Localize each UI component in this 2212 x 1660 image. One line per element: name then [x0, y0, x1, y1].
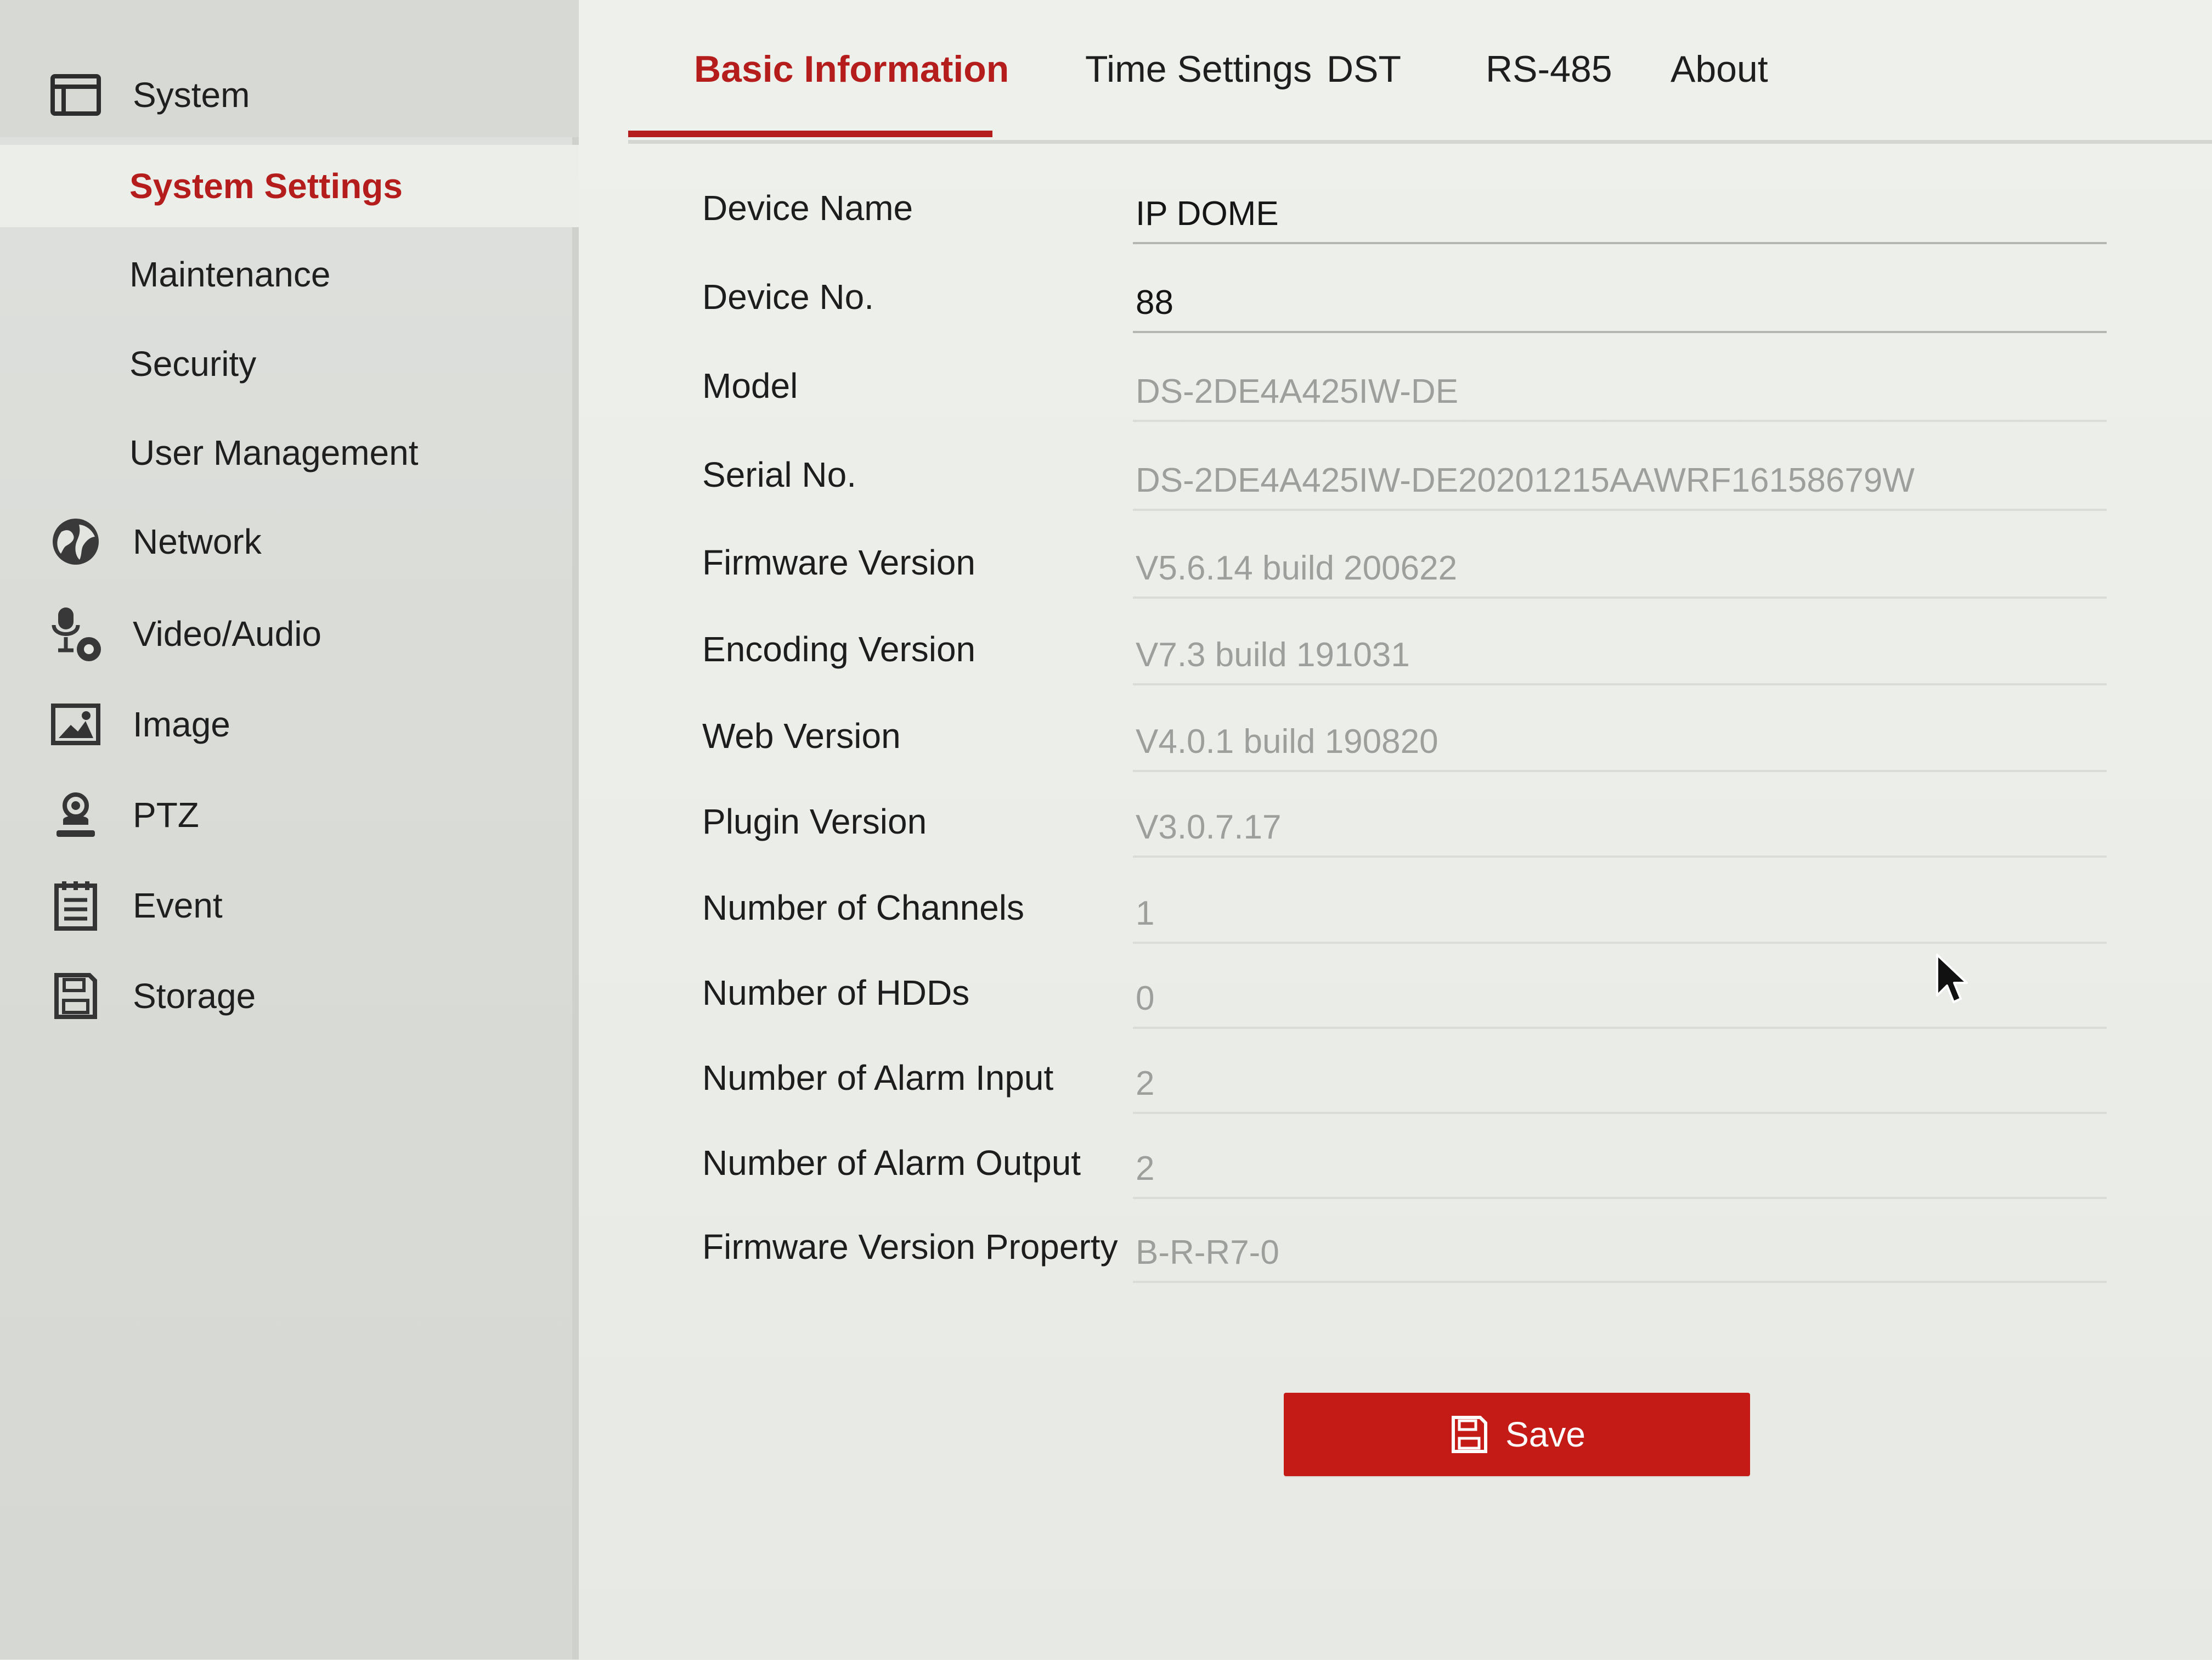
plugin-version-value: V3.0.7.17	[1136, 808, 1282, 846]
mouse-pointer-icon	[1935, 954, 1968, 1004]
globe-icon	[46, 512, 105, 571]
sidebar-item-label: Image	[133, 705, 230, 744]
field-underline	[1133, 509, 2107, 511]
active-tab-indicator	[628, 131, 992, 137]
tab-bar: Basic Information Time Settings DST RS-4…	[628, 0, 2212, 144]
sidebar: System System Settings Maintenance Secur…	[0, 0, 579, 1659]
input-underline	[1133, 331, 2107, 333]
sidebar-subitem-system-settings[interactable]: System Settings	[0, 145, 579, 227]
sidebar-item-storage[interactable]: Storage	[0, 955, 579, 1037]
calendar-list-icon	[46, 876, 105, 935]
firmware-version-label: Firmware Version	[702, 543, 975, 582]
save-button-label: Save	[1505, 1415, 1585, 1454]
tab-about[interactable]: About	[1671, 50, 1768, 88]
tab-time-settings[interactable]: Time Settings	[1085, 50, 1312, 88]
form-row: Number of Alarm Output 2	[702, 1133, 2151, 1218]
save-button[interactable]: Save	[1284, 1393, 1750, 1476]
number-of-alarm-input-label: Number of Alarm Input	[702, 1058, 1054, 1098]
serial-number-label: Serial No.	[702, 455, 856, 494]
form-row: Plugin Version V3.0.7.17	[702, 792, 2151, 877]
field-underline	[1133, 420, 2107, 422]
sidebar-subitem-label: Security	[129, 344, 257, 384]
form-row: Device No. 88	[702, 267, 2151, 352]
input-underline	[1133, 242, 2107, 244]
field-underline	[1133, 770, 2107, 772]
sidebar-subitem-label: Maintenance	[129, 255, 331, 294]
sidebar-subitem-maintenance[interactable]: Maintenance	[0, 233, 579, 316]
number-of-channels-label: Number of Channels	[702, 888, 1024, 927]
sidebar-item-label: Event	[133, 886, 223, 925]
sidebar-subitem-label: System Settings	[129, 166, 403, 206]
field-underline	[1133, 1027, 2107, 1029]
device-number-input[interactable]: 88	[1136, 286, 1173, 320]
tab-dst[interactable]: DST	[1327, 50, 1401, 88]
encoding-version-value: V7.3 build 191031	[1136, 636, 1410, 674]
encoding-version-label: Encoding Version	[702, 629, 976, 669]
main-panel: Basic Information Time Settings DST RS-4…	[579, 0, 2212, 1659]
number-of-channels-value: 1	[1136, 894, 1155, 932]
sidebar-subitem-user-management[interactable]: User Management	[0, 412, 579, 494]
sidebar-item-label: Video/Audio	[133, 614, 321, 654]
web-version-label: Web Version	[702, 716, 901, 756]
number-of-alarm-input-value: 2	[1136, 1065, 1155, 1102]
device-name-input[interactable]: IP DOME	[1136, 197, 1279, 231]
number-of-hdds-label: Number of HDDs	[702, 973, 970, 1012]
sidebar-subitem-label: User Management	[129, 433, 419, 472]
web-version-value: V4.0.1 build 190820	[1136, 723, 1438, 761]
sidebar-item-label: Storage	[133, 976, 256, 1016]
sidebar-item-label: System	[133, 75, 250, 115]
number-of-hdds-value: 0	[1136, 980, 1155, 1017]
form-row: Web Version V4.0.1 build 190820	[702, 706, 2151, 791]
save-disk-icon	[46, 966, 105, 1026]
device-name-label: Device Name	[702, 188, 913, 228]
form-row: Firmware Version Property B-R-R7-0	[702, 1217, 2151, 1302]
serial-number-value: DS-2DE4A425IW-DE20201215AAWRF16158679W	[1136, 462, 1915, 499]
field-underline	[1133, 1197, 2107, 1199]
form-row: Number of Channels 1	[702, 878, 2151, 963]
microphone-camera-icon	[46, 604, 105, 663]
tab-basic-information[interactable]: Basic Information	[694, 50, 1009, 88]
form-row: Number of Alarm Input 2	[702, 1048, 2151, 1133]
form-row: Serial No. DS-2DE4A425IW-DE20201215AAWRF…	[702, 445, 2151, 530]
system-window-icon	[46, 65, 105, 125]
field-underline	[1133, 683, 2107, 685]
field-underline	[1133, 1112, 2107, 1114]
form-row: Firmware Version V5.6.14 build 200622	[702, 533, 2151, 618]
firmware-version-property-value: B-R-R7-0	[1136, 1234, 1279, 1271]
image-icon	[46, 695, 105, 754]
model-label: Model	[702, 366, 798, 406]
firmware-version-value: V5.6.14 build 200622	[1136, 549, 1458, 587]
device-number-label: Device No.	[702, 277, 874, 317]
field-underline	[1133, 597, 2107, 599]
sidebar-item-network[interactable]: Network	[0, 500, 579, 583]
ptz-camera-icon	[46, 785, 105, 845]
save-icon	[1448, 1414, 1490, 1455]
sidebar-item-image[interactable]: Image	[0, 683, 579, 766]
field-underline	[1133, 942, 2107, 944]
sidebar-item-event[interactable]: Event	[0, 864, 579, 947]
plugin-version-label: Plugin Version	[702, 802, 927, 841]
sidebar-subitem-security[interactable]: Security	[0, 323, 579, 405]
number-of-alarm-output-value: 2	[1136, 1150, 1155, 1188]
form-row: Encoding Version V7.3 build 191031	[702, 620, 2151, 705]
number-of-alarm-output-label: Number of Alarm Output	[702, 1143, 1081, 1183]
field-underline	[1133, 856, 2107, 858]
tab-rs-485[interactable]: RS-485	[1486, 50, 1612, 88]
form-row: Model DS-2DE4A425IW-DE	[702, 356, 2151, 441]
sidebar-item-system[interactable]: System	[0, 54, 579, 136]
sidebar-item-ptz[interactable]: PTZ	[0, 774, 579, 856]
model-value: DS-2DE4A425IW-DE	[1136, 373, 1459, 410]
form-row: Number of HDDs 0	[702, 963, 2151, 1048]
sidebar-item-label: PTZ	[133, 795, 199, 835]
field-underline	[1133, 1281, 2107, 1283]
sidebar-item-video-audio[interactable]: Video/Audio	[0, 593, 579, 675]
sidebar-item-label: Network	[133, 522, 262, 561]
firmware-version-property-label: Firmware Version Property	[702, 1227, 1118, 1267]
form-row: Device Name IP DOME	[702, 178, 2151, 263]
